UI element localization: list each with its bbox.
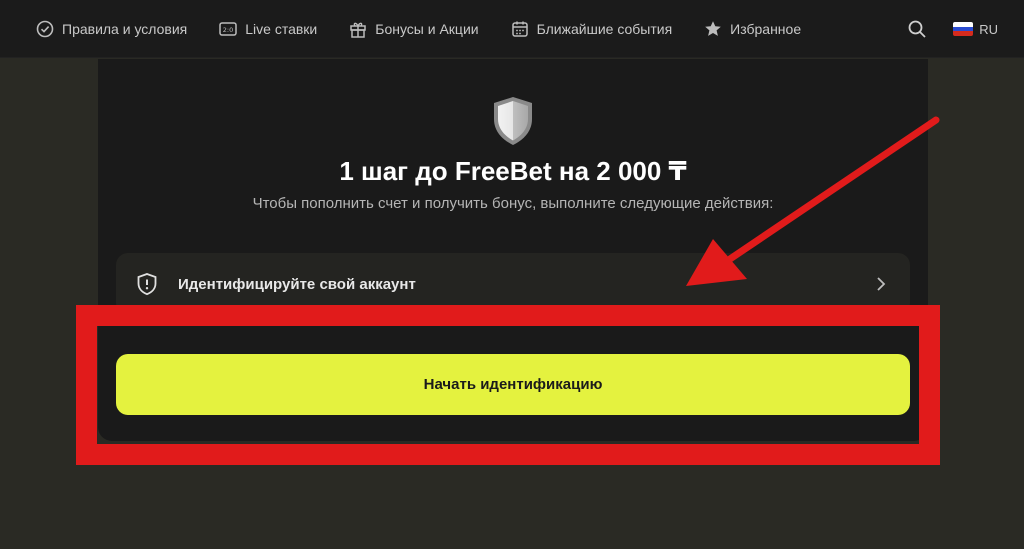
nav-item-rules[interactable]: Правила и условия bbox=[36, 20, 187, 38]
nav-item-label: Ближайшие события bbox=[536, 20, 673, 37]
topbar-actions: RU bbox=[907, 0, 998, 58]
nav-item-bonuses[interactable]: Бонусы и Акции bbox=[349, 20, 479, 38]
start-identification-button[interactable]: Начать идентификацию bbox=[116, 354, 910, 415]
language-label: RU bbox=[979, 21, 998, 37]
chevron-right-icon bbox=[877, 277, 886, 291]
search-icon[interactable] bbox=[907, 19, 927, 39]
nav-item-label: Избранное bbox=[730, 20, 802, 37]
card-subtitle: Чтобы пополнить счет и получить бонус, в… bbox=[252, 195, 774, 212]
nav-item-label: Бонусы и Акции bbox=[375, 20, 479, 37]
star-icon bbox=[705, 20, 721, 36]
shield-icon bbox=[494, 97, 532, 145]
top-navigation-bar: Правила и условия 2:0 Live ставки Бонусы… bbox=[0, 0, 1024, 58]
identify-account-step[interactable]: Идентифицируйте свой аккаунт bbox=[116, 253, 910, 315]
shield-alert-icon bbox=[137, 273, 157, 296]
svg-text:2:0: 2:0 bbox=[223, 26, 233, 34]
russia-flag-icon bbox=[953, 22, 974, 36]
language-selector[interactable]: RU bbox=[953, 22, 998, 37]
calendar-icon bbox=[511, 21, 528, 37]
nav-item-label: Правила и условия bbox=[62, 20, 188, 37]
nav-item-label: Live ставки bbox=[245, 20, 318, 37]
nav-item-favorites[interactable]: Избранное bbox=[704, 20, 801, 38]
step-label: Идентифицируйте свой аккаунт bbox=[178, 275, 416, 293]
check-circle-icon bbox=[36, 20, 54, 37]
nav-item-upcoming[interactable]: Ближайшие события bbox=[511, 20, 673, 38]
nav-item-live[interactable]: 2:0 Live ставки bbox=[219, 20, 317, 38]
gift-icon bbox=[350, 22, 366, 38]
card-title: 1 шаг до FreeBet на 2 000 ₸ bbox=[339, 156, 687, 186]
scoreboard-icon: 2:0 bbox=[219, 21, 237, 36]
nav-menu: Правила и условия 2:0 Live ставки Бонусы… bbox=[0, 0, 833, 57]
